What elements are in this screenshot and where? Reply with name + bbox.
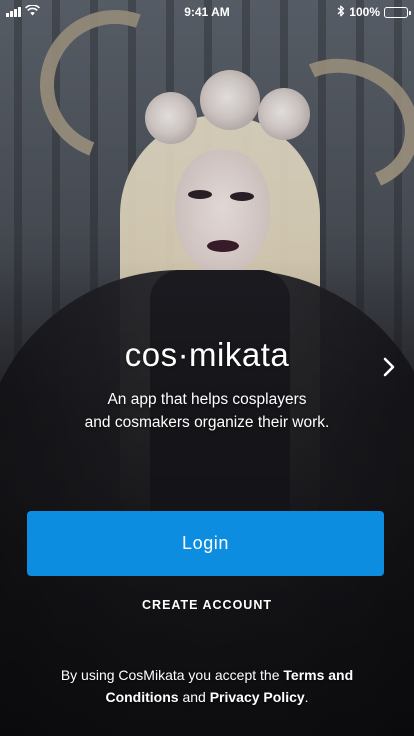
background-forest <box>0 0 414 520</box>
status-bar-right: 100% <box>337 4 411 20</box>
create-account-link[interactable]: CREATE ACCOUNT <box>0 598 414 612</box>
login-button[interactable]: Login <box>27 511 384 576</box>
next-slide-button[interactable] <box>375 355 403 383</box>
status-bar: 9:41 AM 100% <box>0 0 414 24</box>
background-eye <box>230 192 254 201</box>
background-horn-left <box>15 0 215 185</box>
tagline-line-2: and cosmakers organize their work. <box>84 414 330 431</box>
welcome-screen: 9:41 AM 100% cos·mikata An app that help… <box>0 0 414 736</box>
tagline: An app that helps cosplayers and cosmake… <box>40 388 374 434</box>
privacy-link[interactable]: Privacy Policy <box>210 689 305 705</box>
battery-cap <box>409 10 411 15</box>
background-face <box>175 150 270 275</box>
chevron-right-icon <box>381 355 397 384</box>
tagline-line-1: An app that helps cosplayers <box>107 391 307 408</box>
background-lips <box>207 240 239 252</box>
battery-icon <box>384 6 411 18</box>
bluetooth-icon <box>337 5 345 20</box>
brand-name: cos·mikata <box>124 336 290 373</box>
background-rose <box>145 92 197 144</box>
legal-conjunction: and <box>178 689 210 705</box>
background-rose <box>200 70 260 130</box>
legal-notice: By using CosMikata you accept the Terms … <box>30 664 384 708</box>
background-hair <box>120 115 320 535</box>
legal-prefix: By using CosMikata you accept the <box>60 667 284 683</box>
background-eye <box>188 190 212 199</box>
battery-percentage: 100% <box>349 5 380 19</box>
background-horn-right <box>252 38 414 212</box>
legal-suffix: . <box>304 689 309 705</box>
background-rose <box>258 88 310 140</box>
